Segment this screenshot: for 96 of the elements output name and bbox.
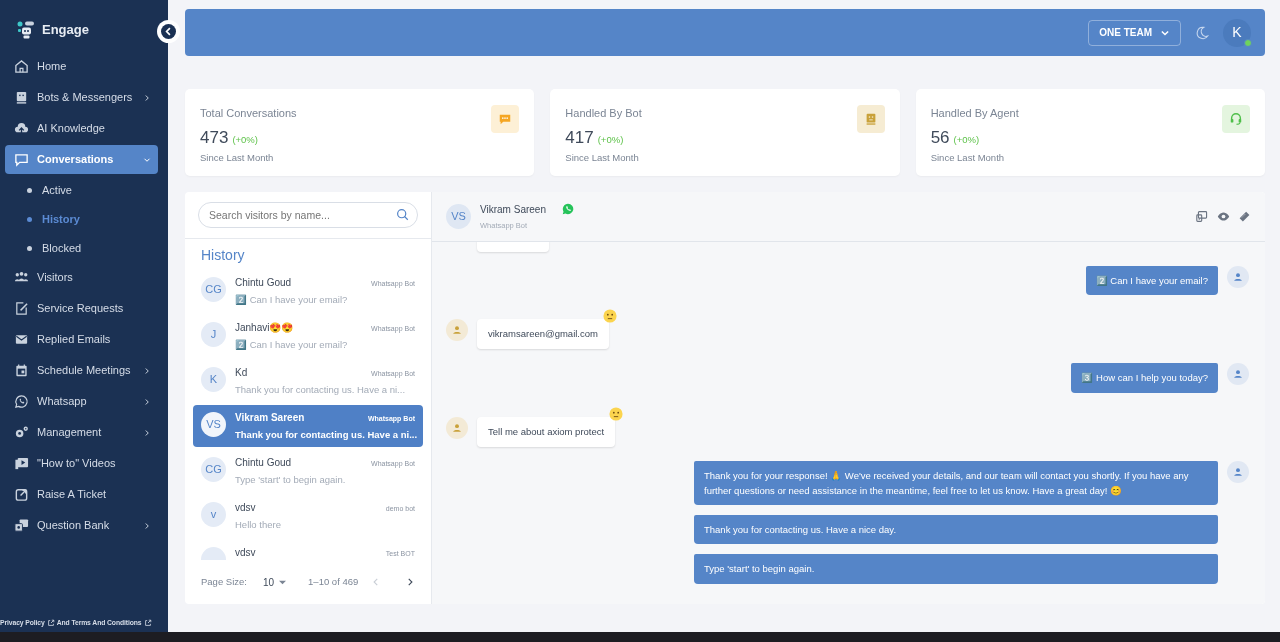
stat-change: (+0%): [232, 133, 258, 145]
robot-logo-icon: [16, 20, 36, 40]
nav-item[interactable]: Raise A Ticket: [5, 480, 158, 509]
stat-title: Handled By Bot: [565, 106, 642, 121]
visitor-avatar: v: [201, 502, 226, 527]
next-page-button[interactable]: [405, 577, 415, 587]
calendar-icon: [14, 363, 29, 378]
chevron-left-icon: [161, 24, 176, 39]
visitor-name: Janhavi😍😍: [235, 321, 294, 335]
theme-toggle[interactable]: [1195, 25, 1209, 40]
external-box-icon: [14, 487, 29, 502]
stat-title: Handled By Agent: [930, 106, 1019, 121]
chevron-left-icon: [371, 577, 381, 587]
page-range: 1–10 of 469: [308, 574, 359, 589]
edit-icon: [14, 301, 29, 316]
message-bubble: [477, 242, 549, 252]
nav-item[interactable]: AI Knowledge: [5, 114, 158, 143]
visitor-avatar: J: [201, 322, 226, 347]
visitor-last-message: Type 'start' to begin again.: [235, 473, 347, 487]
external-link-icon: [143, 618, 152, 627]
message-bubble: Thank you for your response! 🙏 We've received your details, and our team will contact you shortly. If you have any further questions or need assistance in the meantime, feel free to let us know. Have a great day! 😊: [694, 460, 1218, 506]
message-bubble: Thank you for contacting us. Have a nice day.: [694, 515, 1218, 545]
video-icon: [14, 456, 29, 471]
stat-value: 417: [565, 126, 594, 149]
visitor-last-message: Thank you for contacting us. Have a ni...: [235, 428, 415, 442]
stat-caption: Since Last Month: [930, 151, 1006, 165]
nav-item[interactable]: Service Requests: [5, 294, 158, 323]
stat-caption: Since Last Month: [565, 151, 640, 165]
stat-value: 473: [200, 126, 229, 149]
visitor-name: Chintu Goud: [235, 456, 292, 470]
visitor-name: vdsv: [235, 546, 256, 560]
person-icon: [1232, 465, 1244, 478]
nav-item[interactable]: Question Bank: [5, 511, 158, 540]
search-icon: [396, 208, 409, 221]
cloud-upload-icon: [14, 121, 29, 136]
subnav-item[interactable]: History: [0, 205, 168, 234]
user-avatar[interactable]: K: [1223, 18, 1251, 47]
nav-item[interactable]: Replied Emails: [5, 325, 158, 354]
subnav-item[interactable]: Blocked: [0, 234, 168, 263]
person-icon: [1232, 271, 1244, 283]
visitor-name: Kd: [235, 366, 248, 380]
stat-change: (+0%): [597, 133, 624, 145]
envelope-icon: [14, 332, 29, 347]
nav-item[interactable]: Schedule Meetings: [5, 356, 158, 385]
page-size-select[interactable]: 10: [262, 574, 287, 590]
person-icon: [451, 421, 463, 434]
visitor-name: Vikram Sareen: [235, 411, 305, 425]
chat-dots-icon: [498, 112, 513, 126]
nav-item[interactable]: Home: [5, 52, 158, 81]
ticket-button[interactable]: [1238, 210, 1251, 223]
visitor-avatar: CG: [201, 277, 226, 302]
message-bubble: Type 'start' to begin again.: [694, 554, 1218, 584]
nav-item[interactable]: Bots & Messengers: [5, 83, 158, 112]
question-cards-icon: [14, 518, 29, 533]
collapse-button[interactable]: [157, 20, 180, 43]
stat-caption: Since Last Month: [200, 151, 275, 165]
visitor-last-message: Thank you for contacting us. Have a ni...: [235, 383, 407, 397]
stat-title: Total Conversations: [200, 106, 297, 121]
visitor-name: Chintu Goud: [235, 276, 292, 290]
visitor-avatar: K: [201, 367, 226, 392]
chat-icon: [14, 152, 29, 167]
phone-bubble-icon: [14, 394, 29, 409]
contact-avatar: VS: [446, 204, 471, 229]
team-dropdown[interactable]: ONE TEAM: [1088, 19, 1181, 46]
chevron-right-icon: [405, 577, 415, 587]
stat-value: 56: [930, 126, 950, 149]
visitor-last-message: Hello there: [235, 518, 282, 532]
list-title: History: [200, 246, 246, 265]
nav-item[interactable]: Visitors: [5, 263, 158, 292]
subnav-item[interactable]: Active: [0, 176, 168, 205]
visitor-avatar: VS: [201, 412, 226, 437]
page-size-label: Page Size:: [201, 574, 247, 589]
devices-button[interactable]: [1196, 210, 1209, 223]
message-bubble: 3⃣ How can I help you today?: [1071, 363, 1218, 393]
contact-name: Vikram Sareen: [480, 202, 546, 217]
moon-icon: [1195, 25, 1209, 40]
eye-button[interactable]: [1217, 210, 1230, 223]
gears-icon: [14, 425, 29, 440]
visitor-avatar: CG: [201, 457, 226, 482]
nav-item[interactable]: Management: [5, 418, 158, 447]
person-icon: [1232, 368, 1244, 381]
robot-icon: [14, 90, 29, 105]
nav-item[interactable]: "How to" Videos: [5, 449, 158, 478]
whatsapp-icon: [561, 203, 574, 216]
caret-down-icon: [279, 578, 287, 586]
message-bubble: 2⃣ Can I have your email?: [1085, 266, 1218, 296]
external-link-icon: [46, 618, 55, 627]
stat-change: (+0%): [953, 133, 980, 145]
headset-icon: [1229, 112, 1243, 126]
home-icon: [14, 59, 29, 74]
visitor-name: vdsv: [235, 501, 256, 515]
nav-item[interactable]: Conversations: [5, 145, 158, 174]
nav-item[interactable]: Whatsapp: [5, 387, 158, 416]
person-icon: [451, 324, 463, 337]
brand-name: Engage: [42, 21, 89, 40]
search-field[interactable]: Search visitors by name...: [198, 202, 418, 228]
